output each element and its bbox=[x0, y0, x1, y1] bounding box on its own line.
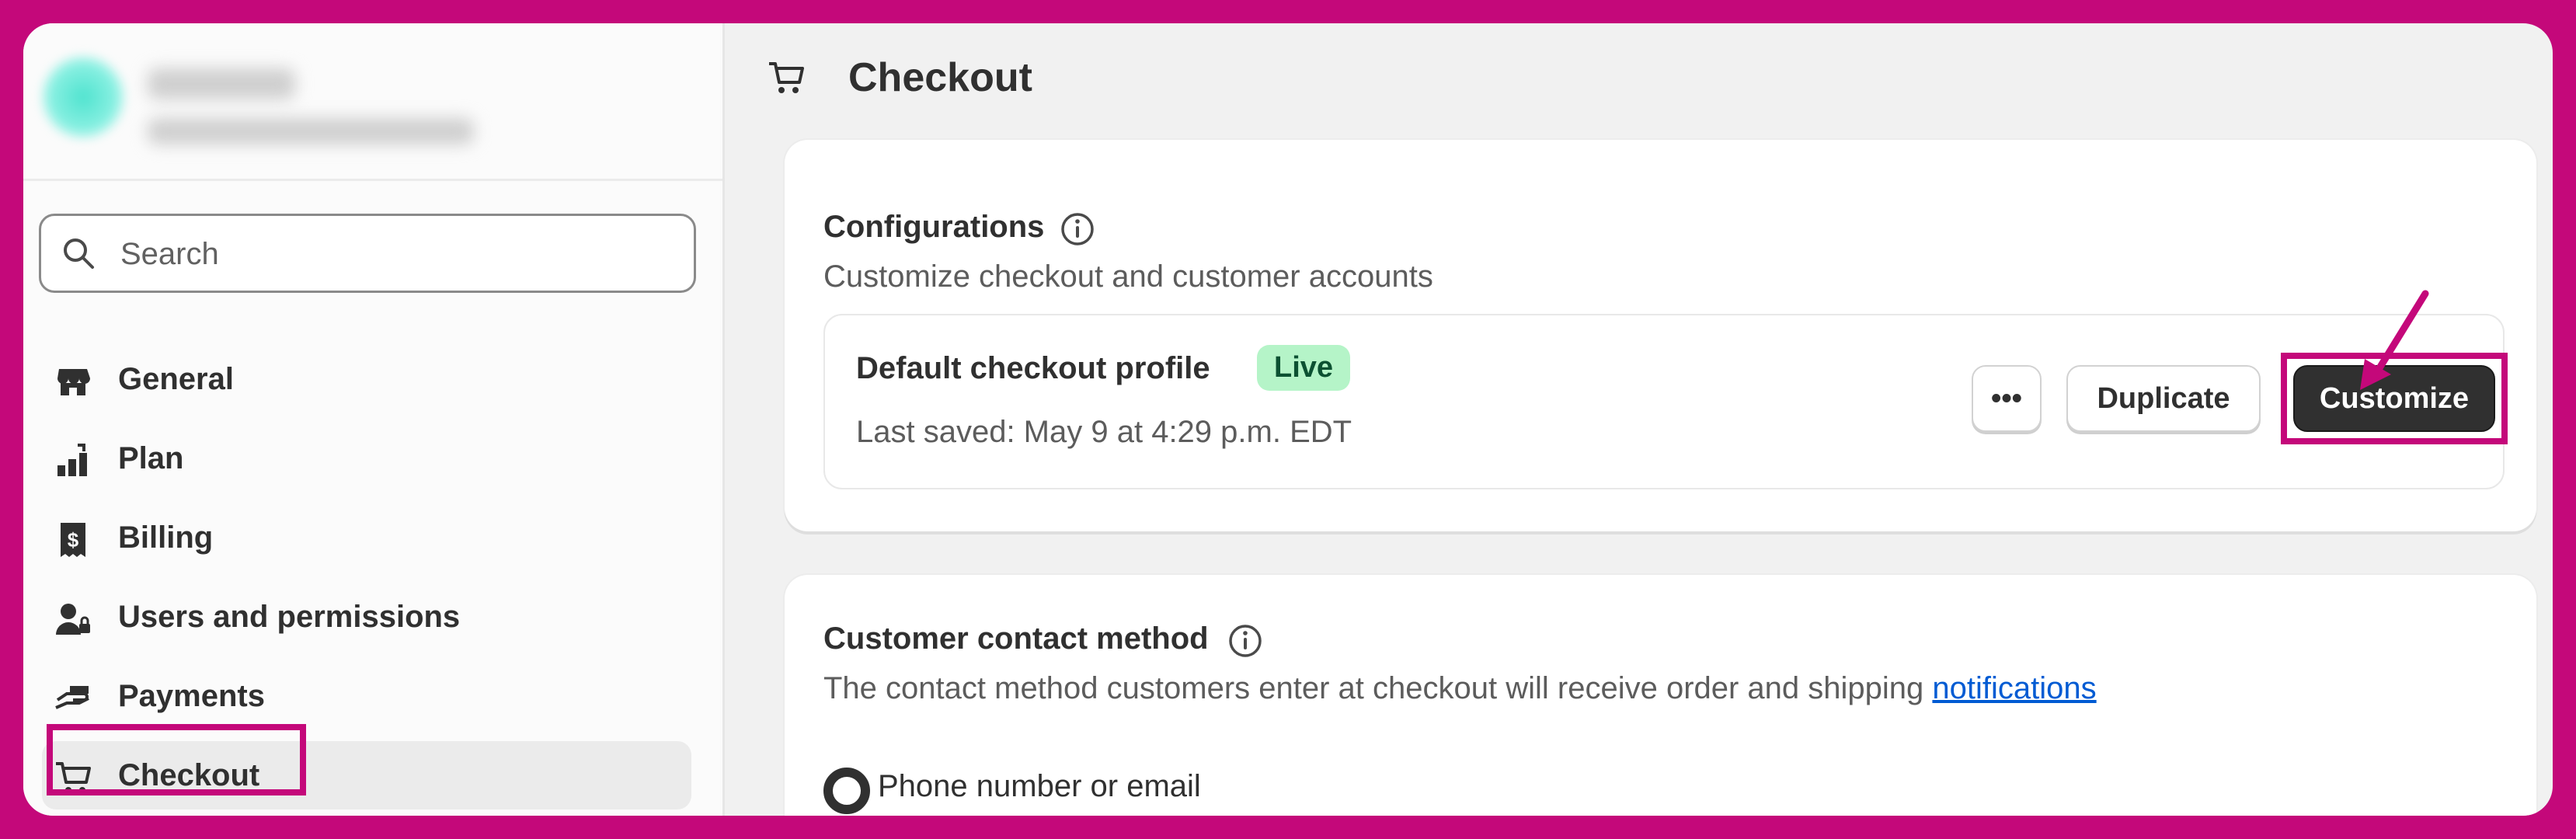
contact-method-description: The contact method customers enter at ch… bbox=[823, 671, 2097, 706]
store-header[interactable] bbox=[23, 23, 722, 181]
svg-text:$: $ bbox=[68, 528, 79, 552]
sidebar-item-payments[interactable]: Payments bbox=[23, 662, 722, 732]
last-saved-text: Last saved: May 9 at 4:29 p.m. EDT bbox=[856, 415, 1352, 449]
payments-icon bbox=[55, 686, 89, 709]
cart-icon bbox=[769, 62, 804, 93]
sidebar-item-label: Users and permissions bbox=[118, 600, 461, 634]
store-icon bbox=[57, 369, 90, 395]
sidebar-item-plan[interactable]: Plan bbox=[23, 424, 722, 494]
sidebar-item-general[interactable]: General bbox=[23, 345, 722, 415]
sidebar-item-label: Plan bbox=[118, 441, 184, 475]
radio-label: Phone number or email bbox=[878, 769, 1201, 803]
store-url-redacted bbox=[148, 118, 474, 144]
settings-sidebar: General Plan $ Billing bbox=[23, 23, 725, 816]
billing-icon: $ bbox=[61, 523, 85, 557]
contact-method-title: Customer contact method bbox=[823, 621, 1209, 656]
page-title: Checkout bbox=[848, 55, 1032, 100]
users-icon bbox=[56, 604, 90, 635]
sidebar-item-billing[interactable]: $ Billing bbox=[23, 503, 722, 573]
info-icon[interactable] bbox=[1227, 623, 1263, 659]
sidebar-item-label: General bbox=[118, 362, 234, 396]
status-badge: Live bbox=[1257, 345, 1351, 391]
notifications-link[interactable]: notifications bbox=[1932, 671, 2096, 705]
search-input[interactable] bbox=[119, 230, 666, 278]
phone-or-email-radio[interactable] bbox=[823, 768, 870, 814]
search-box[interactable] bbox=[39, 214, 696, 293]
info-icon[interactable] bbox=[1060, 211, 1095, 247]
store-avatar bbox=[40, 54, 126, 140]
sidebar-item-label: Payments bbox=[118, 679, 265, 713]
configurations-card: Configurations Customize checkout and cu… bbox=[785, 140, 2536, 531]
more-actions-button[interactable]: ••• bbox=[1972, 365, 2042, 432]
sidebar-item-label: Billing bbox=[118, 520, 214, 555]
annotation-arrow-icon bbox=[2360, 290, 2429, 390]
description-text: The contact method customers enter at ch… bbox=[823, 671, 1924, 705]
search-icon bbox=[64, 238, 94, 269]
plan-icon bbox=[57, 444, 87, 476]
store-name-redacted bbox=[148, 68, 295, 99]
profile-name: Default checkout profile bbox=[856, 351, 1210, 385]
sidebar-item-users[interactable]: Users and permissions bbox=[23, 583, 722, 653]
duplicate-button[interactable]: Duplicate bbox=[2066, 365, 2261, 432]
checkout-profile-row: Default checkout profile Live Last saved… bbox=[823, 314, 2508, 489]
configurations-title: Configurations bbox=[823, 210, 1045, 244]
app-window: General Plan $ Billing bbox=[23, 23, 2553, 816]
checkout-highlight-box bbox=[47, 724, 306, 795]
contact-method-card: Customer contact method The contact meth… bbox=[785, 575, 2536, 816]
configurations-subtitle: Customize checkout and customer accounts bbox=[823, 259, 1433, 294]
